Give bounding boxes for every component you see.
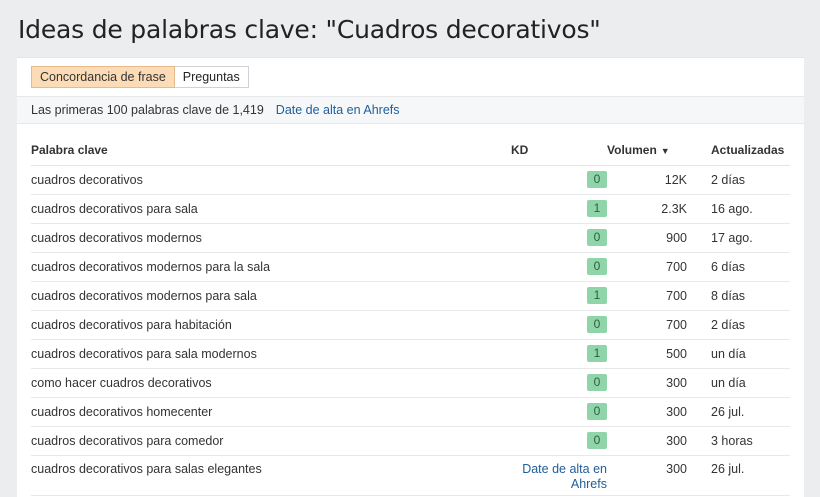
volume-cell: 900 — [607, 223, 687, 253]
volume-cell: 700 — [607, 310, 687, 340]
kd-badge: 0 — [587, 432, 607, 449]
updated-cell: un día — [687, 368, 790, 398]
table-row: cuadros decorativos para comedor 0 300 3 ho… — [31, 426, 790, 456]
summary-bar: Las primeras 100 palabras clave de 1,419… — [17, 96, 804, 124]
keyword-text[interactable]: cuadros decorativos para salas elegantes — [31, 462, 262, 476]
table-header-row: Palabra clave KD Volumen ▼ Actualizadas — [31, 136, 790, 166]
kd-cell: 0 — [511, 223, 607, 253]
kd-cell: Date de alta en Ahrefs — [511, 455, 607, 496]
keyword-cell: cuadros decorativos modernos para la sal… — [31, 252, 511, 282]
kd-signup-link-line2: Ahrefs — [570, 476, 607, 491]
updated-cell: 26 jul. — [687, 397, 790, 427]
updated-cell: 16 ago. — [687, 194, 790, 224]
keyword-cell: cuadros decorativos — [31, 165, 511, 195]
keyword-text[interactable]: cuadros decorativos para sala modernos — [31, 347, 257, 361]
match-type-tabs: Concordancia de frase Preguntas — [31, 66, 249, 88]
kd-badge: 1 — [587, 200, 607, 217]
keyword-text[interactable]: cuadros decorativos — [31, 173, 143, 187]
keyword-text[interactable]: cuadros decorativos modernos — [31, 231, 202, 245]
table-row: cuadros decorativos modernos 0 900 17 ago. — [31, 223, 790, 253]
keyword-cell: cuadros decorativos para salas elegantes — [31, 455, 511, 496]
table-row: como hacer cuadros decorativos 0 300 un día — [31, 368, 790, 398]
kd-cell: 0 — [511, 165, 607, 195]
table-row: cuadros decorativos para salas elegantes… — [31, 455, 790, 496]
volume-cell: 300 — [607, 368, 687, 398]
volume-cell: 12K — [607, 165, 687, 195]
kd-cell: 0 — [511, 368, 607, 398]
keyword-cell: cuadros decorativos para habitación — [31, 310, 511, 340]
updated-cell: 2 días — [687, 165, 790, 195]
table-row: cuadros decorativos homecenter 0 300 26 jul… — [31, 397, 790, 427]
table-row: cuadros decorativos para habitación 0 700 2… — [31, 310, 790, 340]
kd-cell: 0 — [511, 397, 607, 427]
kd-signup-link[interactable]: Date de alta en Ahrefs — [511, 462, 607, 492]
volume-cell: 300 — [607, 426, 687, 456]
table-row: cuadros decorativos para sala 1 2.3K 16 ago… — [31, 194, 790, 224]
column-header-volume[interactable]: Volumen ▼ — [607, 136, 687, 166]
kd-badge: 0 — [587, 316, 607, 333]
column-header-volume-label: Volumen — [607, 143, 657, 158]
keyword-cell: cuadros decorativos homecenter — [31, 397, 511, 427]
keyword-text[interactable]: cuadros decorativos modernos para la sal… — [31, 260, 270, 274]
kd-badge: 0 — [587, 171, 607, 188]
volume-cell: 2.3K — [607, 194, 687, 224]
column-header-updated[interactable]: Actualizadas — [687, 136, 790, 166]
kd-signup-link-line1: Date de alta en — [522, 461, 607, 476]
kd-cell: 0 — [511, 252, 607, 282]
keyword-cell: cuadros decorativos para sala — [31, 194, 511, 224]
kd-cell: 1 — [511, 339, 607, 369]
keyword-cell: cuadros decorativos para sala modernos — [31, 339, 511, 369]
table-body: cuadros decorativos 0 12K 2 días cuadros dec… — [31, 165, 790, 496]
kd-badge: 0 — [587, 229, 607, 246]
updated-cell: 6 días — [687, 252, 790, 282]
keyword-text[interactable]: cuadros decorativos para habitación — [31, 318, 232, 332]
table-row: cuadros decorativos modernos para sala 1 7… — [31, 281, 790, 311]
kd-cell: 1 — [511, 281, 607, 311]
keyword-text[interactable]: cuadros decorativos homecenter — [31, 405, 212, 419]
keyword-text[interactable]: cuadros decorativos para sala — [31, 202, 198, 216]
updated-cell: 17 ago. — [687, 223, 790, 253]
kd-badge: 1 — [587, 345, 607, 362]
updated-cell: 26 jul. — [687, 455, 790, 496]
keyword-cell: cuadros decorativos modernos — [31, 223, 511, 253]
keyword-cell: como hacer cuadros decorativos — [31, 368, 511, 398]
volume-cell: 300 — [607, 455, 687, 496]
column-header-kd[interactable]: KD — [511, 136, 607, 166]
keyword-text[interactable]: como hacer cuadros decorativos — [31, 376, 212, 390]
volume-cell: 300 — [607, 397, 687, 427]
volume-cell: 700 — [607, 252, 687, 282]
keyword-text[interactable]: cuadros decorativos para comedor — [31, 434, 223, 448]
tab-phrase-match[interactable]: Concordancia de frase — [31, 66, 175, 88]
updated-cell: 2 días — [687, 310, 790, 340]
updated-cell: 8 días — [687, 281, 790, 311]
page-title: Ideas de palabras clave: "Cuadros decora… — [18, 15, 601, 44]
kd-badge: 0 — [587, 258, 607, 275]
kd-badge: 1 — [587, 287, 607, 304]
volume-cell: 500 — [607, 339, 687, 369]
updated-cell: 3 horas — [687, 426, 790, 456]
updated-cell: un día — [687, 339, 790, 369]
keyword-cell: cuadros decorativos para comedor — [31, 426, 511, 456]
kd-cell: 1 — [511, 194, 607, 224]
caret-down-icon: ▼ — [660, 146, 670, 157]
keyword-cell: cuadros decorativos modernos para sala — [31, 281, 511, 311]
kd-cell: 0 — [511, 426, 607, 456]
table-row: cuadros decorativos modernos para la sal… — [31, 252, 790, 282]
column-header-keyword[interactable]: Palabra clave — [31, 136, 511, 166]
keyword-ideas-card: Concordancia de frase Preguntas Las prim… — [17, 57, 804, 497]
summary-text: Las primeras 100 palabras clave de 1,419 — [31, 103, 264, 117]
keyword-table: Palabra clave KD Volumen ▼ Actualizadas c… — [31, 136, 790, 496]
kd-badge: 0 — [587, 403, 607, 420]
kd-badge: 0 — [587, 374, 607, 391]
signup-link[interactable]: Date de alta en Ahrefs — [276, 103, 400, 117]
keyword-text[interactable]: cuadros decorativos modernos para sala — [31, 289, 257, 303]
table-row: cuadros decorativos para sala modernos 1 5… — [31, 339, 790, 369]
volume-cell: 700 — [607, 281, 687, 311]
tab-questions[interactable]: Preguntas — [174, 66, 249, 88]
table-row: cuadros decorativos 0 12K 2 días — [31, 165, 790, 195]
kd-cell: 0 — [511, 310, 607, 340]
